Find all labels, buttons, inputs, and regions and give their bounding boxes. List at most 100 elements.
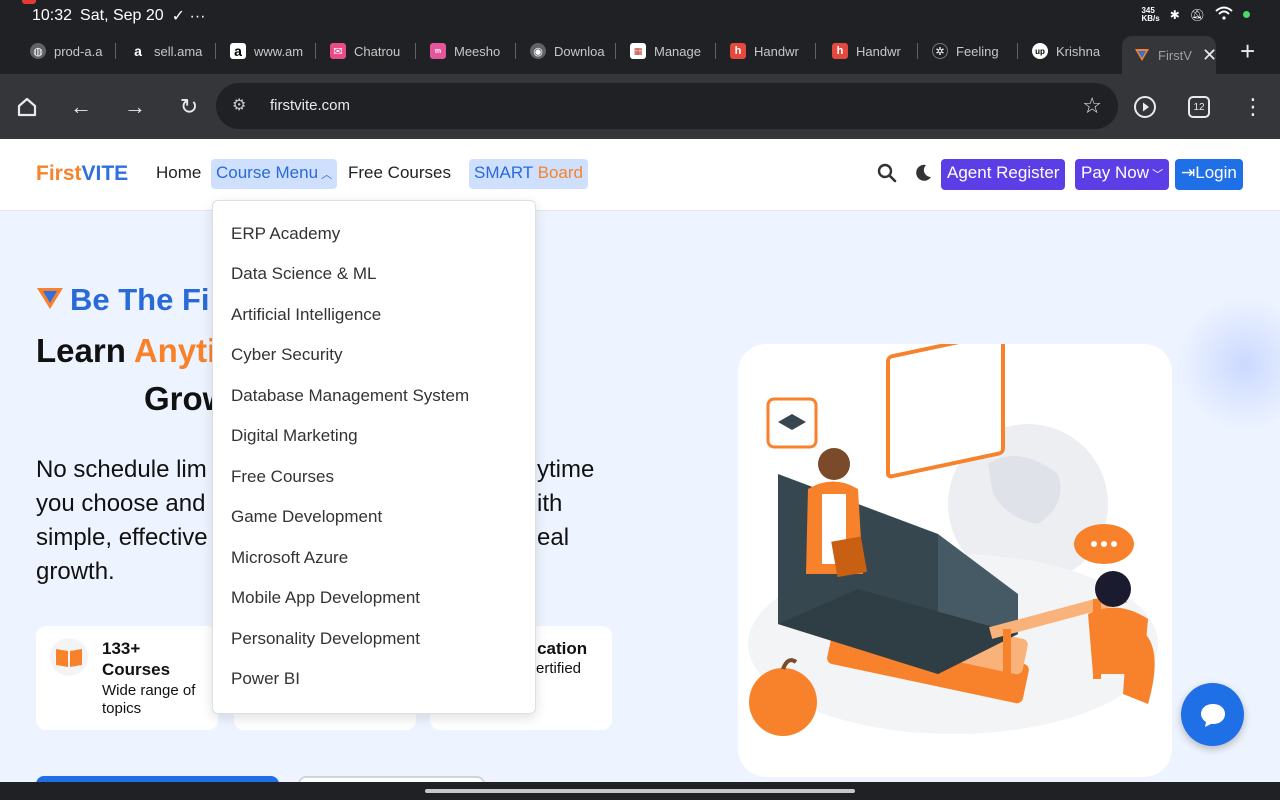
new-tab-button[interactable]: + (1240, 38, 1255, 64)
site-settings-icon[interactable]: ⚙︎ (232, 95, 254, 117)
course-menu-dropdown: ERP Academy Data Science & ML Artificial… (212, 200, 536, 714)
web-page: FirstVITE Home Course Menu ︿ Free Course… (0, 139, 1280, 782)
course-menu-item-ai[interactable]: Artificial Intelligence (231, 305, 381, 325)
meesho-icon: m (430, 43, 446, 59)
amazon-icon: a (130, 43, 146, 59)
gesture-handle[interactable] (425, 789, 855, 793)
amazon-icon: a (230, 43, 246, 59)
tab-strip: ◍ prod-a.a a sell.ama a www.am ✉ Chatrou m Me… (0, 32, 1280, 74)
chat-button[interactable] (1181, 683, 1244, 746)
media-play-icon[interactable] (1132, 94, 1158, 120)
tab-7[interactable]: ▦ Manage (630, 36, 716, 66)
book-icon (50, 638, 88, 676)
site-logo[interactable]: FirstVITE (36, 162, 128, 186)
globe-icon: ◍ (30, 43, 46, 59)
handwr-icon: h (730, 43, 746, 59)
tab-1[interactable]: ◍ prod-a.a (30, 36, 116, 66)
chevron-up-icon: ︿ (318, 169, 333, 181)
tab-label: Manage (654, 43, 701, 59)
card-subtitle: Wide range of topics (102, 682, 196, 717)
bluetooth-icon: ✱ (1169, 7, 1180, 22)
tab-label: Feeling (956, 43, 999, 59)
tab-label: Chatrou (354, 43, 401, 59)
nav-home[interactable]: Home (156, 163, 201, 183)
wifi-icon (1215, 6, 1233, 23)
background-glow (1175, 294, 1280, 434)
tab-label: prod-a.a (54, 43, 103, 59)
tab-label: Handwr (856, 43, 901, 59)
chevron-down-icon: ﹀ (1149, 169, 1164, 181)
site-navbar: FirstVITE Home Course Menu ︿ Free Course… (0, 139, 1280, 211)
net-speed: 345 KB/s (1141, 5, 1160, 23)
status-extra: ✓ ··· (171, 8, 206, 25)
dark-mode-icon[interactable] (913, 163, 933, 189)
openai-icon: ✲ (932, 43, 948, 59)
course-menu-item-mobile-app[interactable]: Mobile App Development (231, 588, 420, 608)
course-menu-item-azure[interactable]: Microsoft Azure (231, 548, 348, 568)
course-menu-item-power-bi[interactable]: Power BI (231, 669, 300, 689)
login-icon: ⇥ (1181, 163, 1196, 182)
home-icon[interactable] (14, 94, 40, 120)
nav-course-menu[interactable]: Course Menu ︿ (211, 159, 338, 189)
course-menu-item-cyber-security[interactable]: Cyber Security (231, 345, 342, 365)
more-menu-icon[interactable]: ⋮ (1240, 94, 1266, 120)
pay-now-button[interactable]: Pay Now ﹀ (1075, 159, 1170, 190)
course-menu-item-erp-academy[interactable]: ERP Academy (231, 224, 340, 244)
nav-smart-board[interactable]: SMART Board (469, 159, 588, 189)
manage-icon: ▦ (630, 43, 646, 59)
tab-3[interactable]: a www.am (230, 36, 316, 66)
firstvite-icon (1134, 47, 1150, 63)
address-bar[interactable]: ⚙︎ firstvite.com ☆ (216, 83, 1118, 129)
chrome-icon: ◉ (530, 43, 546, 59)
tab-label: sell.ama (154, 43, 203, 59)
tab-2[interactable]: a sell.ama (130, 36, 216, 66)
course-menu-item-dbms[interactable]: Database Management System (231, 386, 469, 406)
chat-bubble-icon (1200, 703, 1225, 727)
tab-label: www.am (254, 43, 304, 59)
card-title: 133+ Courses (102, 639, 171, 679)
course-menu-item-free-courses[interactable]: Free Courses (231, 467, 334, 487)
forward-icon[interactable]: → (122, 94, 148, 120)
tab-5[interactable]: m Meesho (430, 36, 516, 66)
tab-9[interactable]: h Handwr (832, 36, 918, 66)
url-text[interactable]: firstvite.com (270, 97, 350, 114)
course-menu-item-game-dev[interactable]: Game Development (231, 507, 382, 527)
upwork-icon: up (1032, 43, 1048, 59)
close-tab-icon[interactable]: ✕ (1202, 45, 1216, 66)
tab-11[interactable]: up Krishna (1032, 36, 1114, 66)
notification-indicator (22, 0, 36, 4)
tab-6[interactable]: ◉ Downloa (530, 36, 616, 66)
tab-label: Krishna (1056, 43, 1101, 59)
card-subtitle: ertified (536, 660, 582, 677)
hero-headline: Be The Fi (36, 282, 210, 318)
nav-free-courses[interactable]: Free Courses (348, 163, 451, 183)
reload-icon[interactable]: ↻ (176, 94, 202, 120)
navigation-gesture-bar (0, 782, 1280, 800)
chatrou-icon: ✉ (330, 43, 346, 59)
tab-label: Meesho (454, 43, 501, 59)
tab-label: FirstV (1158, 47, 1192, 63)
status-bar: 10:32 Sat, Sep 20 ✓ ··· 345 KB/s ✱ 🔕︎ (0, 0, 1280, 32)
login-button[interactable]: ⇥Login (1175, 159, 1243, 190)
tab-8[interactable]: h Handwr (730, 36, 816, 66)
tab-4[interactable]: ✉ Chatrou (330, 36, 416, 66)
stat-card-courses: 133+ Courses Wide range of topics (36, 626, 218, 730)
handwr-icon: h (832, 43, 848, 59)
course-menu-item-data-science[interactable]: Data Science & ML (231, 264, 377, 284)
search-icon[interactable] (877, 163, 897, 189)
hero-illustration (738, 344, 1172, 777)
status-date: Sat, Sep 20 (80, 7, 164, 24)
browser-toolbar: ← → ↻ ⚙︎ firstvite.com ☆ 12 ⋮ (0, 74, 1280, 139)
status-dot (1243, 11, 1250, 18)
status-time: 10:32 (32, 7, 73, 24)
tab-label: Handwr (754, 43, 799, 59)
tab-switcher-button[interactable]: 12 (1188, 96, 1210, 118)
bookmark-star-icon[interactable]: ☆ (1082, 93, 1102, 119)
agent-register-button[interactable]: Agent Register (941, 159, 1066, 190)
course-menu-item-personality[interactable]: Personality Development (231, 629, 420, 649)
tab-10[interactable]: ✲ Feeling (932, 36, 1018, 66)
firstvite-logo-icon (36, 282, 64, 318)
course-menu-item-digital-marketing[interactable]: Digital Marketing (231, 426, 358, 446)
tab-active[interactable]: FirstV ✕ (1122, 36, 1216, 74)
back-icon[interactable]: ← (68, 94, 94, 120)
